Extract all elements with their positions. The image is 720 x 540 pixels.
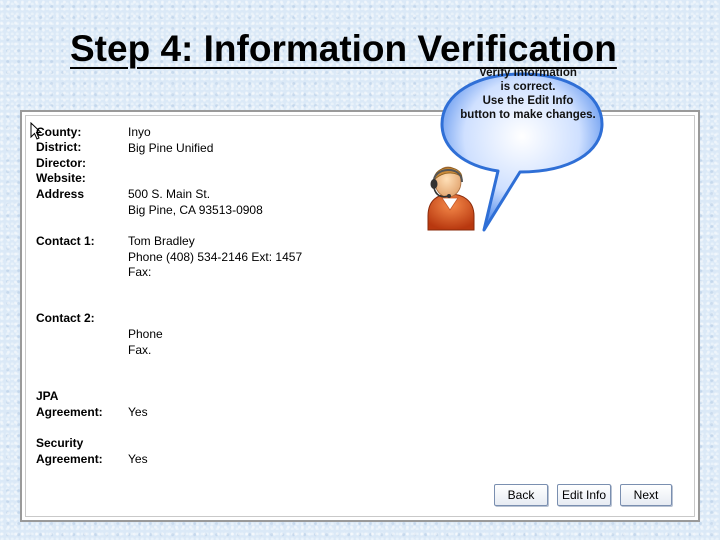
tip-line-2: is correct.: [500, 81, 556, 93]
jpa-value: Yes: [128, 405, 148, 419]
jpa-label-line-1: JPA: [36, 389, 59, 403]
contact-2-fax: Fax.: [128, 343, 152, 357]
tip-text: Verify information is correct. Use the E…: [448, 66, 608, 122]
address-label: Address: [36, 187, 85, 201]
county-label: County:: [36, 125, 82, 139]
district-value: Big Pine Unified: [128, 141, 214, 155]
director-label: Director:: [36, 156, 87, 170]
address-line-2: Big Pine, CA 93513-0908: [128, 203, 263, 217]
tip-line-4: button to make changes.: [460, 109, 596, 121]
contact-1-name: Tom Bradley: [128, 234, 195, 248]
address-line-1: 500 S. Main St.: [128, 187, 211, 201]
contact-2-phone: Phone: [128, 327, 163, 341]
security-label-line-1: Security: [36, 436, 84, 450]
back-button[interactable]: Back: [494, 484, 548, 506]
security-label-line-2: Agreement:: [36, 452, 103, 466]
support-agent-icon: [404, 146, 494, 243]
security-value: Yes: [128, 452, 148, 466]
contact-2-label: Contact 2:: [36, 311, 95, 325]
website-label: Website:: [36, 171, 86, 185]
jpa-label-line-2: Agreement:: [36, 405, 103, 419]
district-label: District:: [36, 140, 82, 154]
contact-1-fax: Fax:: [128, 265, 152, 279]
county-value: Inyo: [128, 125, 151, 139]
tip-line-1: Verify information: [479, 67, 577, 79]
next-button[interactable]: Next: [620, 484, 672, 506]
edit-info-button[interactable]: Edit Info: [557, 484, 611, 506]
contact-1-phone: Phone (408) 534-2146 Ext: 1457: [128, 250, 303, 264]
contact-1-label: Contact 1:: [36, 234, 95, 248]
tip-line-3: Use the Edit Info: [482, 95, 574, 107]
